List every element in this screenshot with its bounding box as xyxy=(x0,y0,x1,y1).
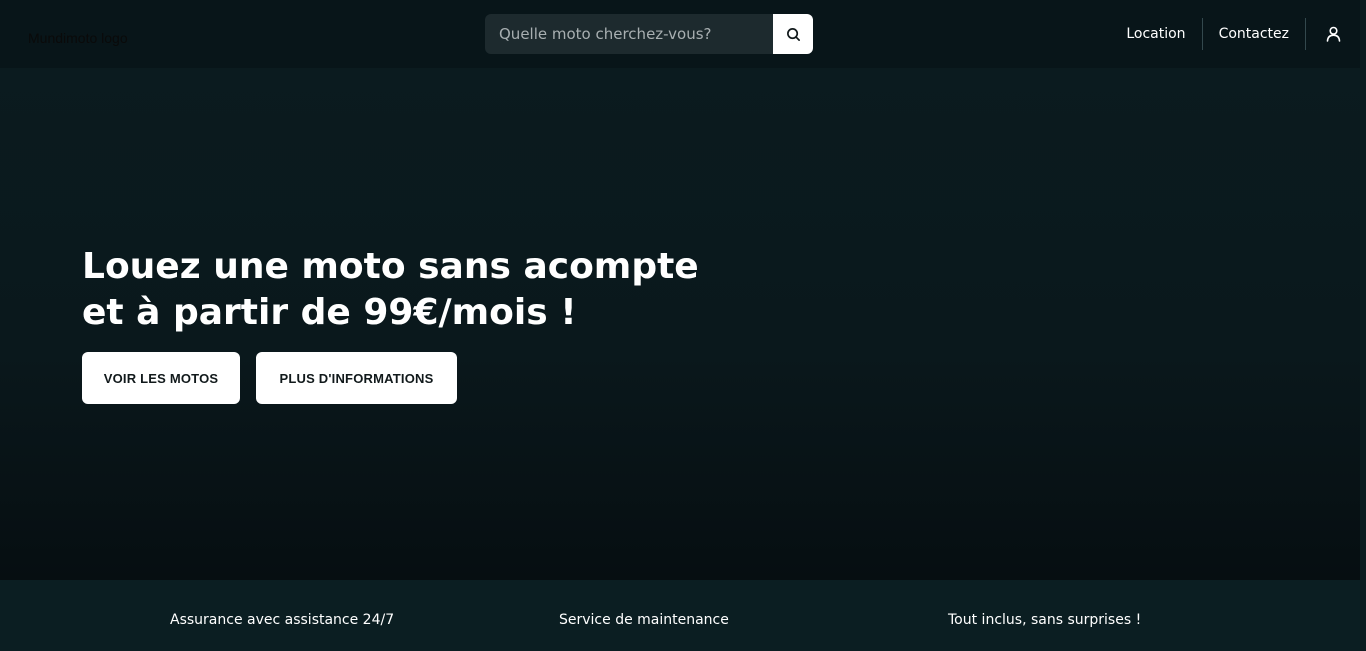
hero-title-line-1: Louez une moto sans acompte xyxy=(82,246,699,287)
feature-all-inclusive: Tout inclus, sans surprises ! xyxy=(948,612,1142,628)
search-button[interactable] xyxy=(773,14,813,54)
nav-link-location[interactable]: Location xyxy=(1110,17,1201,51)
nav-link-contact[interactable]: Contactez xyxy=(1203,17,1305,51)
account-button[interactable] xyxy=(1306,17,1360,51)
page-scrollbar[interactable] xyxy=(1360,0,1366,651)
search-icon xyxy=(786,27,800,41)
search-bar xyxy=(485,14,813,54)
hero-title: Louez une moto sans acompte et à partir … xyxy=(82,244,722,336)
see-motorbikes-button[interactable]: VOIR LES MOTOS xyxy=(82,352,240,404)
features-bar: Assurance avec assistance 24/7 Service d… xyxy=(0,580,1360,651)
hero-actions: VOIR LES MOTOS PLUS D'INFORMATIONS xyxy=(82,352,457,404)
hero-title-line-2: et à partir de 99€/mois ! xyxy=(82,292,577,333)
feature-insurance: Assurance avec assistance 24/7 xyxy=(170,612,395,628)
search-input[interactable] xyxy=(485,14,773,54)
hero-section: Louez une moto sans acompte et à partir … xyxy=(0,68,1360,580)
main-nav: Location Contactez xyxy=(1110,17,1360,51)
user-icon xyxy=(1326,26,1340,42)
site-header: Mundimoto logo Location Contactez xyxy=(0,0,1360,68)
more-info-button[interactable]: PLUS D'INFORMATIONS xyxy=(256,352,457,404)
page: Mundimoto logo Location Contactez xyxy=(0,0,1360,651)
feature-maintenance: Service de maintenance xyxy=(559,612,729,628)
brand-logo[interactable]: Mundimoto logo xyxy=(28,30,128,46)
